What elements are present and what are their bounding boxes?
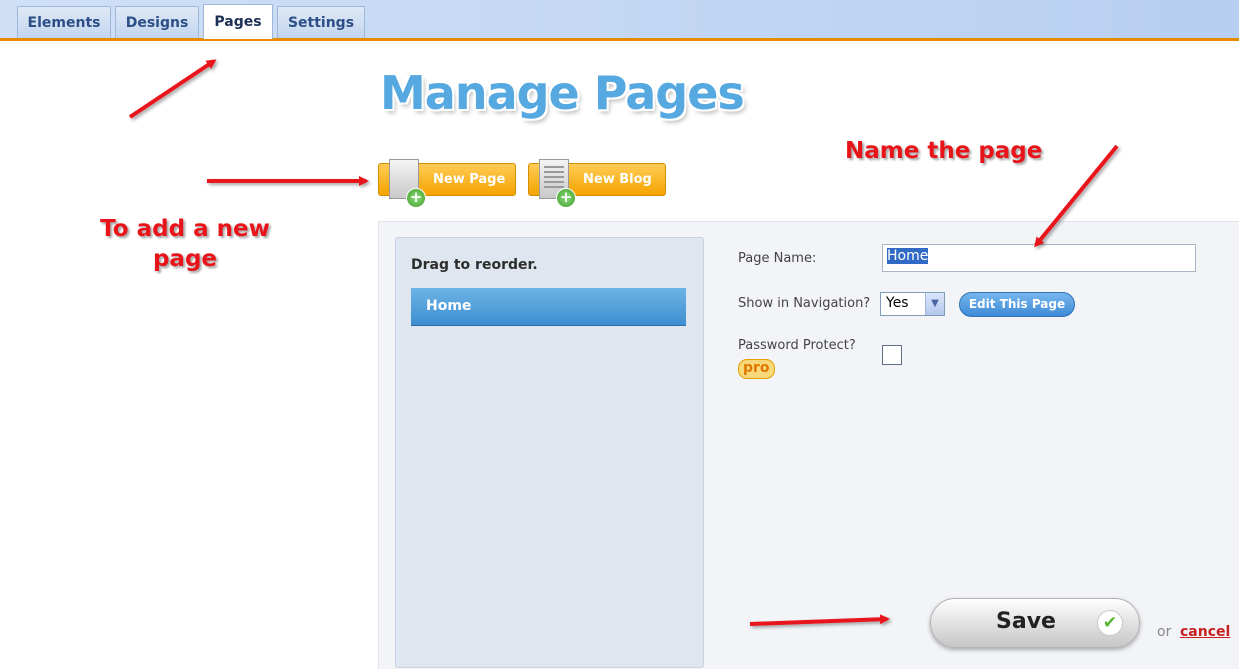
annotation-arrows <box>128 59 1119 626</box>
arrow-to-save <box>749 614 890 626</box>
arrow-to-pages-tab <box>128 59 217 119</box>
arrow-to-page-name <box>1034 144 1119 248</box>
